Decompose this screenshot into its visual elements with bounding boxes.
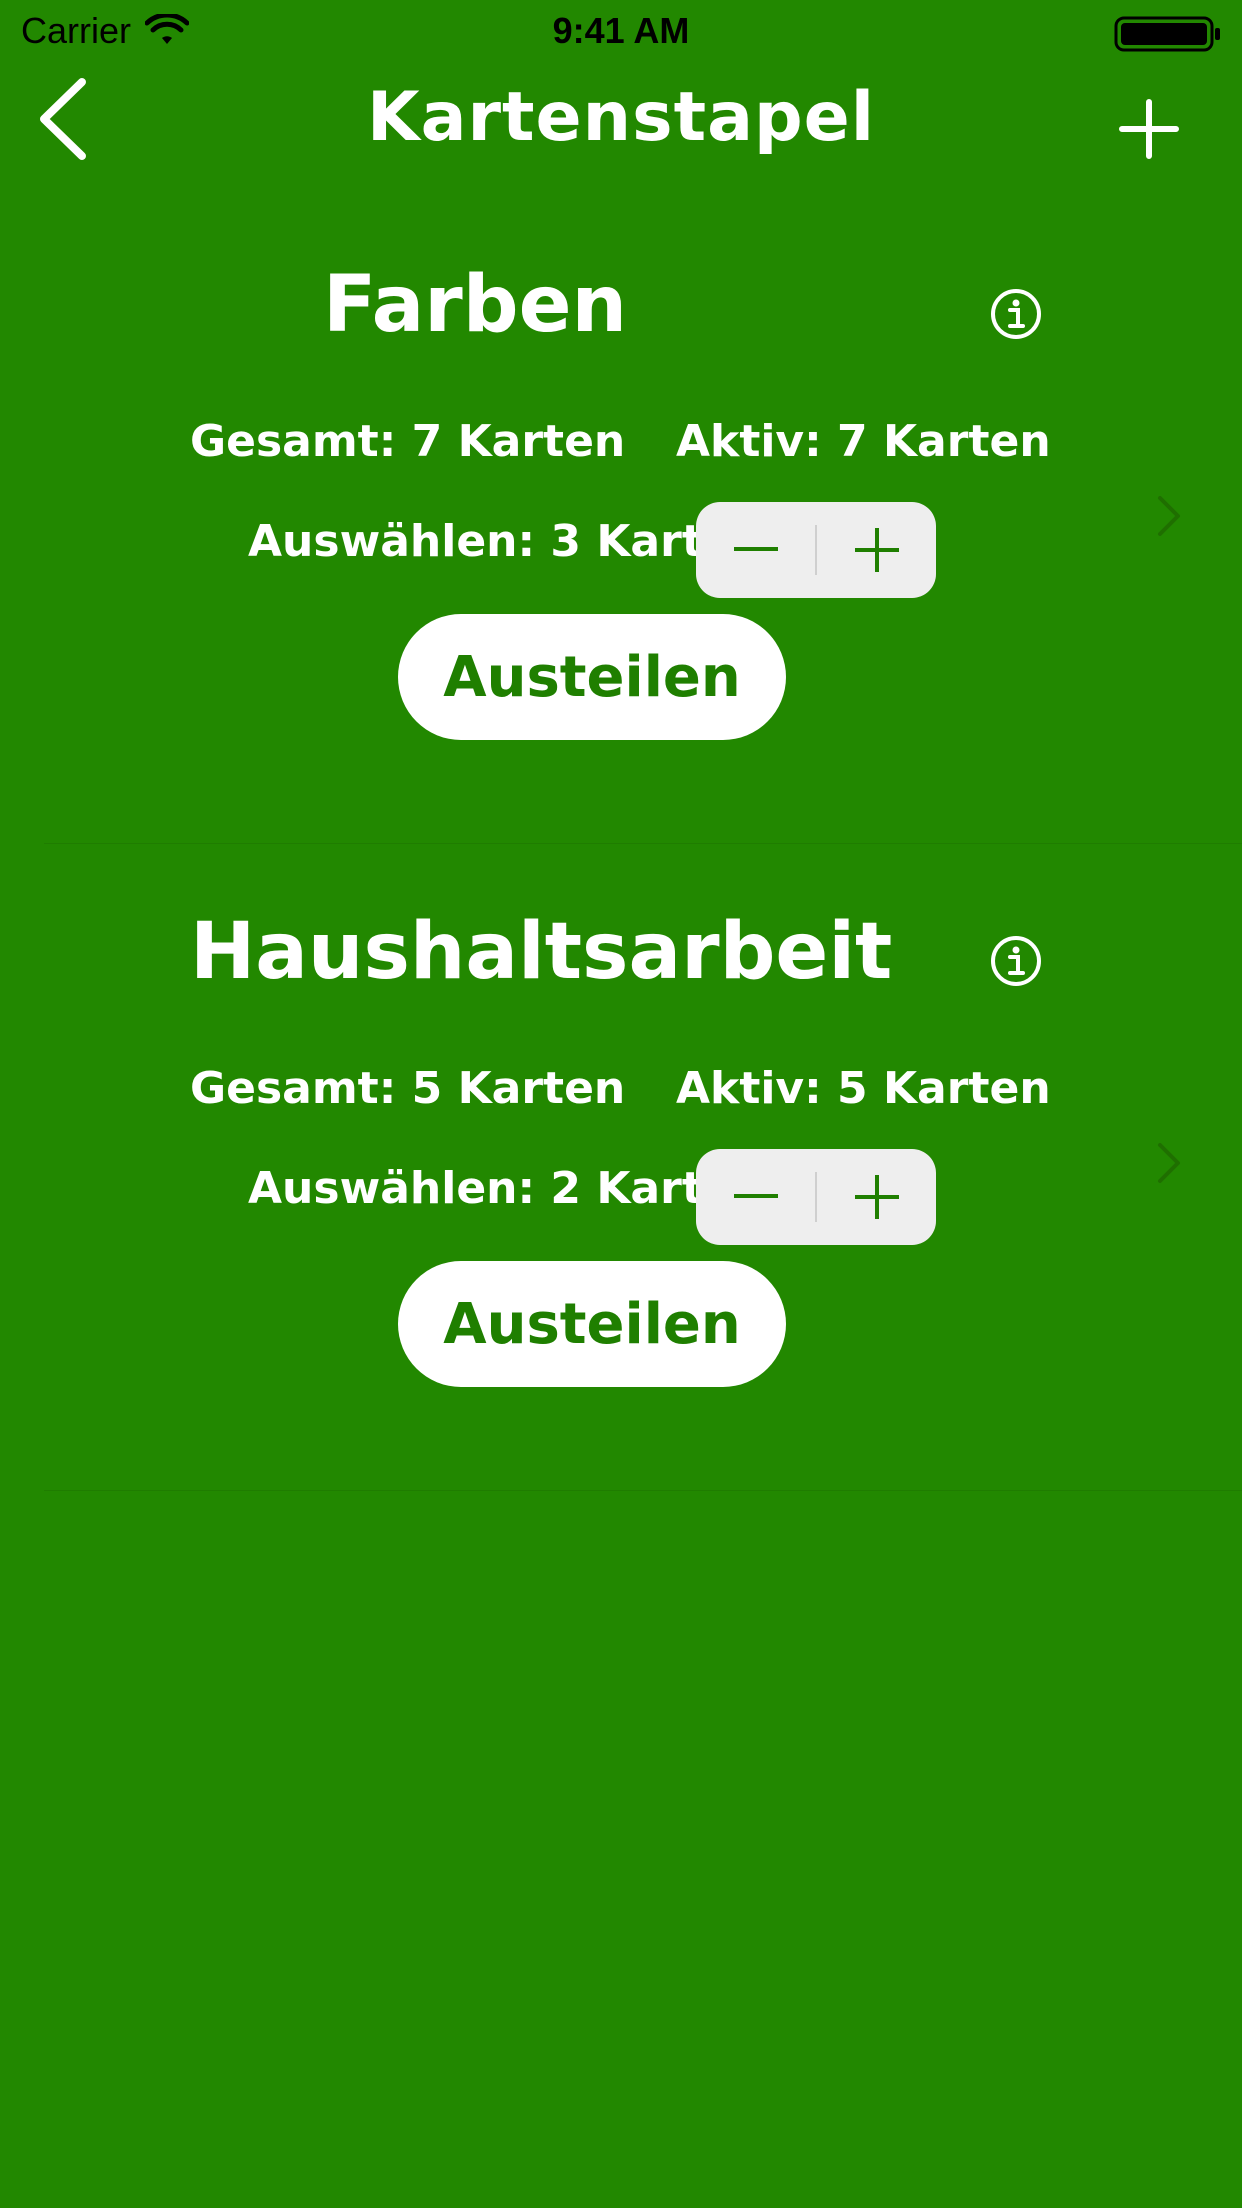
select-cards-label: Auswählen: 2 Karten — [248, 1163, 765, 1214]
decrement-button[interactable] — [696, 502, 815, 598]
plus-icon — [854, 1175, 899, 1219]
plus-icon — [854, 528, 899, 572]
minus-icon — [733, 1194, 778, 1198]
deck-row[interactable]: Farben Gesamt: 7 Karten Aktiv: 7 Karten … — [0, 198, 1242, 844]
info-icon[interactable] — [990, 935, 1042, 987]
battery-icon — [1114, 16, 1220, 52]
decrement-button[interactable] — [696, 1149, 815, 1245]
select-cards-label: Auswählen: 3 Karten — [248, 516, 765, 567]
increment-button[interactable] — [817, 1149, 936, 1245]
deck-title: Farben — [322, 260, 628, 350]
row-divider — [44, 843, 1242, 844]
total-cards-label: Gesamt: 5 Karten — [190, 1063, 626, 1114]
status-time: 9:41 AM — [552, 10, 690, 51]
minus-icon — [733, 547, 778, 551]
active-cards-label: Aktiv: 5 Karten — [676, 1063, 1051, 1114]
info-icon[interactable] — [990, 288, 1042, 340]
total-cards-label: Gesamt: 7 Karten — [190, 416, 626, 467]
increment-button[interactable] — [817, 502, 936, 598]
deal-button[interactable]: Austeilen — [398, 1261, 786, 1387]
deal-button[interactable]: Austeilen — [398, 614, 786, 740]
deck-row[interactable]: Haushaltsarbeit Gesamt: 5 Karten Aktiv: … — [0, 845, 1242, 1491]
chevron-right-icon — [1158, 496, 1180, 536]
row-divider — [44, 1490, 1242, 1491]
page-title: Kartenstapel — [366, 78, 876, 157]
chevron-right-icon — [1158, 1143, 1180, 1183]
select-count-stepper[interactable] — [696, 502, 936, 598]
deck-title: Haushaltsarbeit — [190, 907, 893, 997]
select-count-stepper[interactable] — [696, 1149, 936, 1245]
active-cards-label: Aktiv: 7 Karten — [676, 416, 1051, 467]
add-deck-button[interactable] — [1118, 98, 1180, 160]
